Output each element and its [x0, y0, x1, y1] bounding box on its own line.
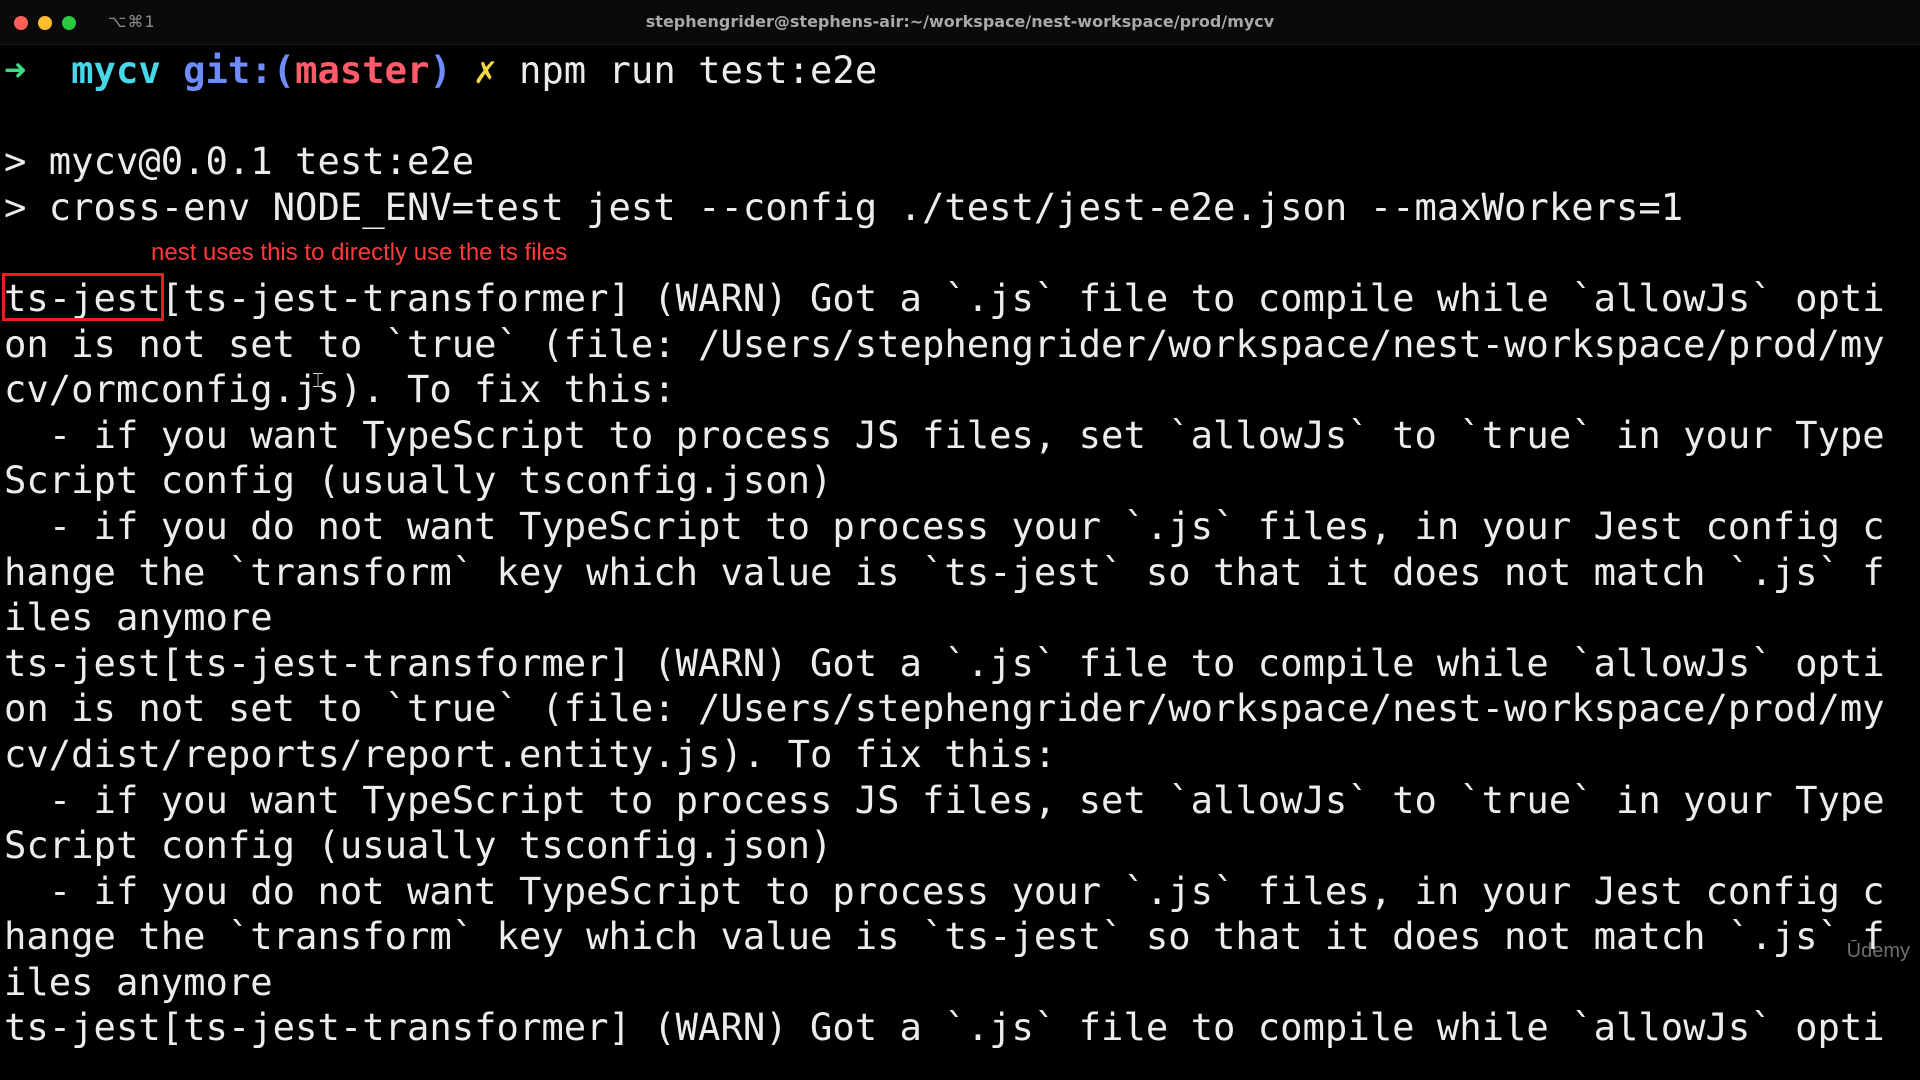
- output-line: cv/dist/reports/report.entity.js). To fi…: [4, 731, 1057, 776]
- output-line: - if you do not want TypeScript to proce…: [4, 868, 1885, 913]
- prompt-git-label: git:(: [183, 48, 296, 92]
- title-bar: ⌥⌘1 stephengrider@stephens-air:~/workspa…: [0, 0, 1920, 45]
- output-line: iles anymore: [4, 959, 273, 1004]
- prompt-command: npm run test:e2e: [518, 48, 878, 92]
- output-line: > mycv@0.0.1 test:e2e: [4, 139, 475, 184]
- output-line: cv/ormconfig.js). To fix this:: [4, 367, 676, 412]
- output-line: > cross-env NODE_ENV=test jest --config …: [4, 184, 1684, 229]
- output-line: ts-jest[ts-jest-transformer] (WARN) Got …: [4, 275, 1885, 320]
- output-line: hange the `transform` key which value is…: [4, 549, 1885, 594]
- output-line: - if you do not want TypeScript to proce…: [4, 503, 1885, 548]
- dirty-status-icon: ✗: [474, 48, 497, 92]
- output-line: ts-jest[ts-jest-transformer] (WARN) Got …: [4, 640, 1885, 685]
- output-line: on is not set to `true` (file: /Users/st…: [4, 686, 1885, 731]
- annotation-highlight-box: [2, 273, 164, 321]
- udemy-watermark: Ūdemy: [1846, 940, 1910, 962]
- output-line: ts-jest[ts-jest-transformer] (WARN) Got …: [4, 1005, 1885, 1050]
- prompt-git-close: ): [429, 48, 452, 92]
- prompt-branch: master: [295, 48, 430, 92]
- output-line: on is not set to `true` (file: /Users/st…: [4, 321, 1885, 366]
- terminal-window: ⌥⌘1 stephengrider@stephens-air:~/workspa…: [0, 0, 1920, 1080]
- terminal-output[interactable]: ➜ mycv git:(master) ✗ npm run test:e2e >…: [4, 48, 1916, 1051]
- output-line: Script config (usually tsconfig.json): [4, 458, 833, 503]
- output-line: hange the `transform` key which value is…: [4, 914, 1885, 959]
- output-line: Script config (usually tsconfig.json): [4, 823, 833, 868]
- output-line: - if you want TypeScript to process JS f…: [4, 412, 1885, 457]
- text-cursor-icon: ⌶: [312, 368, 324, 392]
- output-line: iles anymore: [4, 595, 273, 640]
- output-line: - if you want TypeScript to process JS f…: [4, 777, 1885, 822]
- annotation-note: nest uses this to directly use the ts fi…: [151, 239, 568, 266]
- prompt-line: ➜ mycv git:(master) ✗ npm run test:e2e: [4, 48, 1916, 94]
- prompt-directory: mycv: [71, 48, 161, 92]
- prompt-arrow-icon: ➜: [4, 48, 27, 92]
- window-title: stephengrider@stephens-air:~/workspace/n…: [645, 12, 1275, 31]
